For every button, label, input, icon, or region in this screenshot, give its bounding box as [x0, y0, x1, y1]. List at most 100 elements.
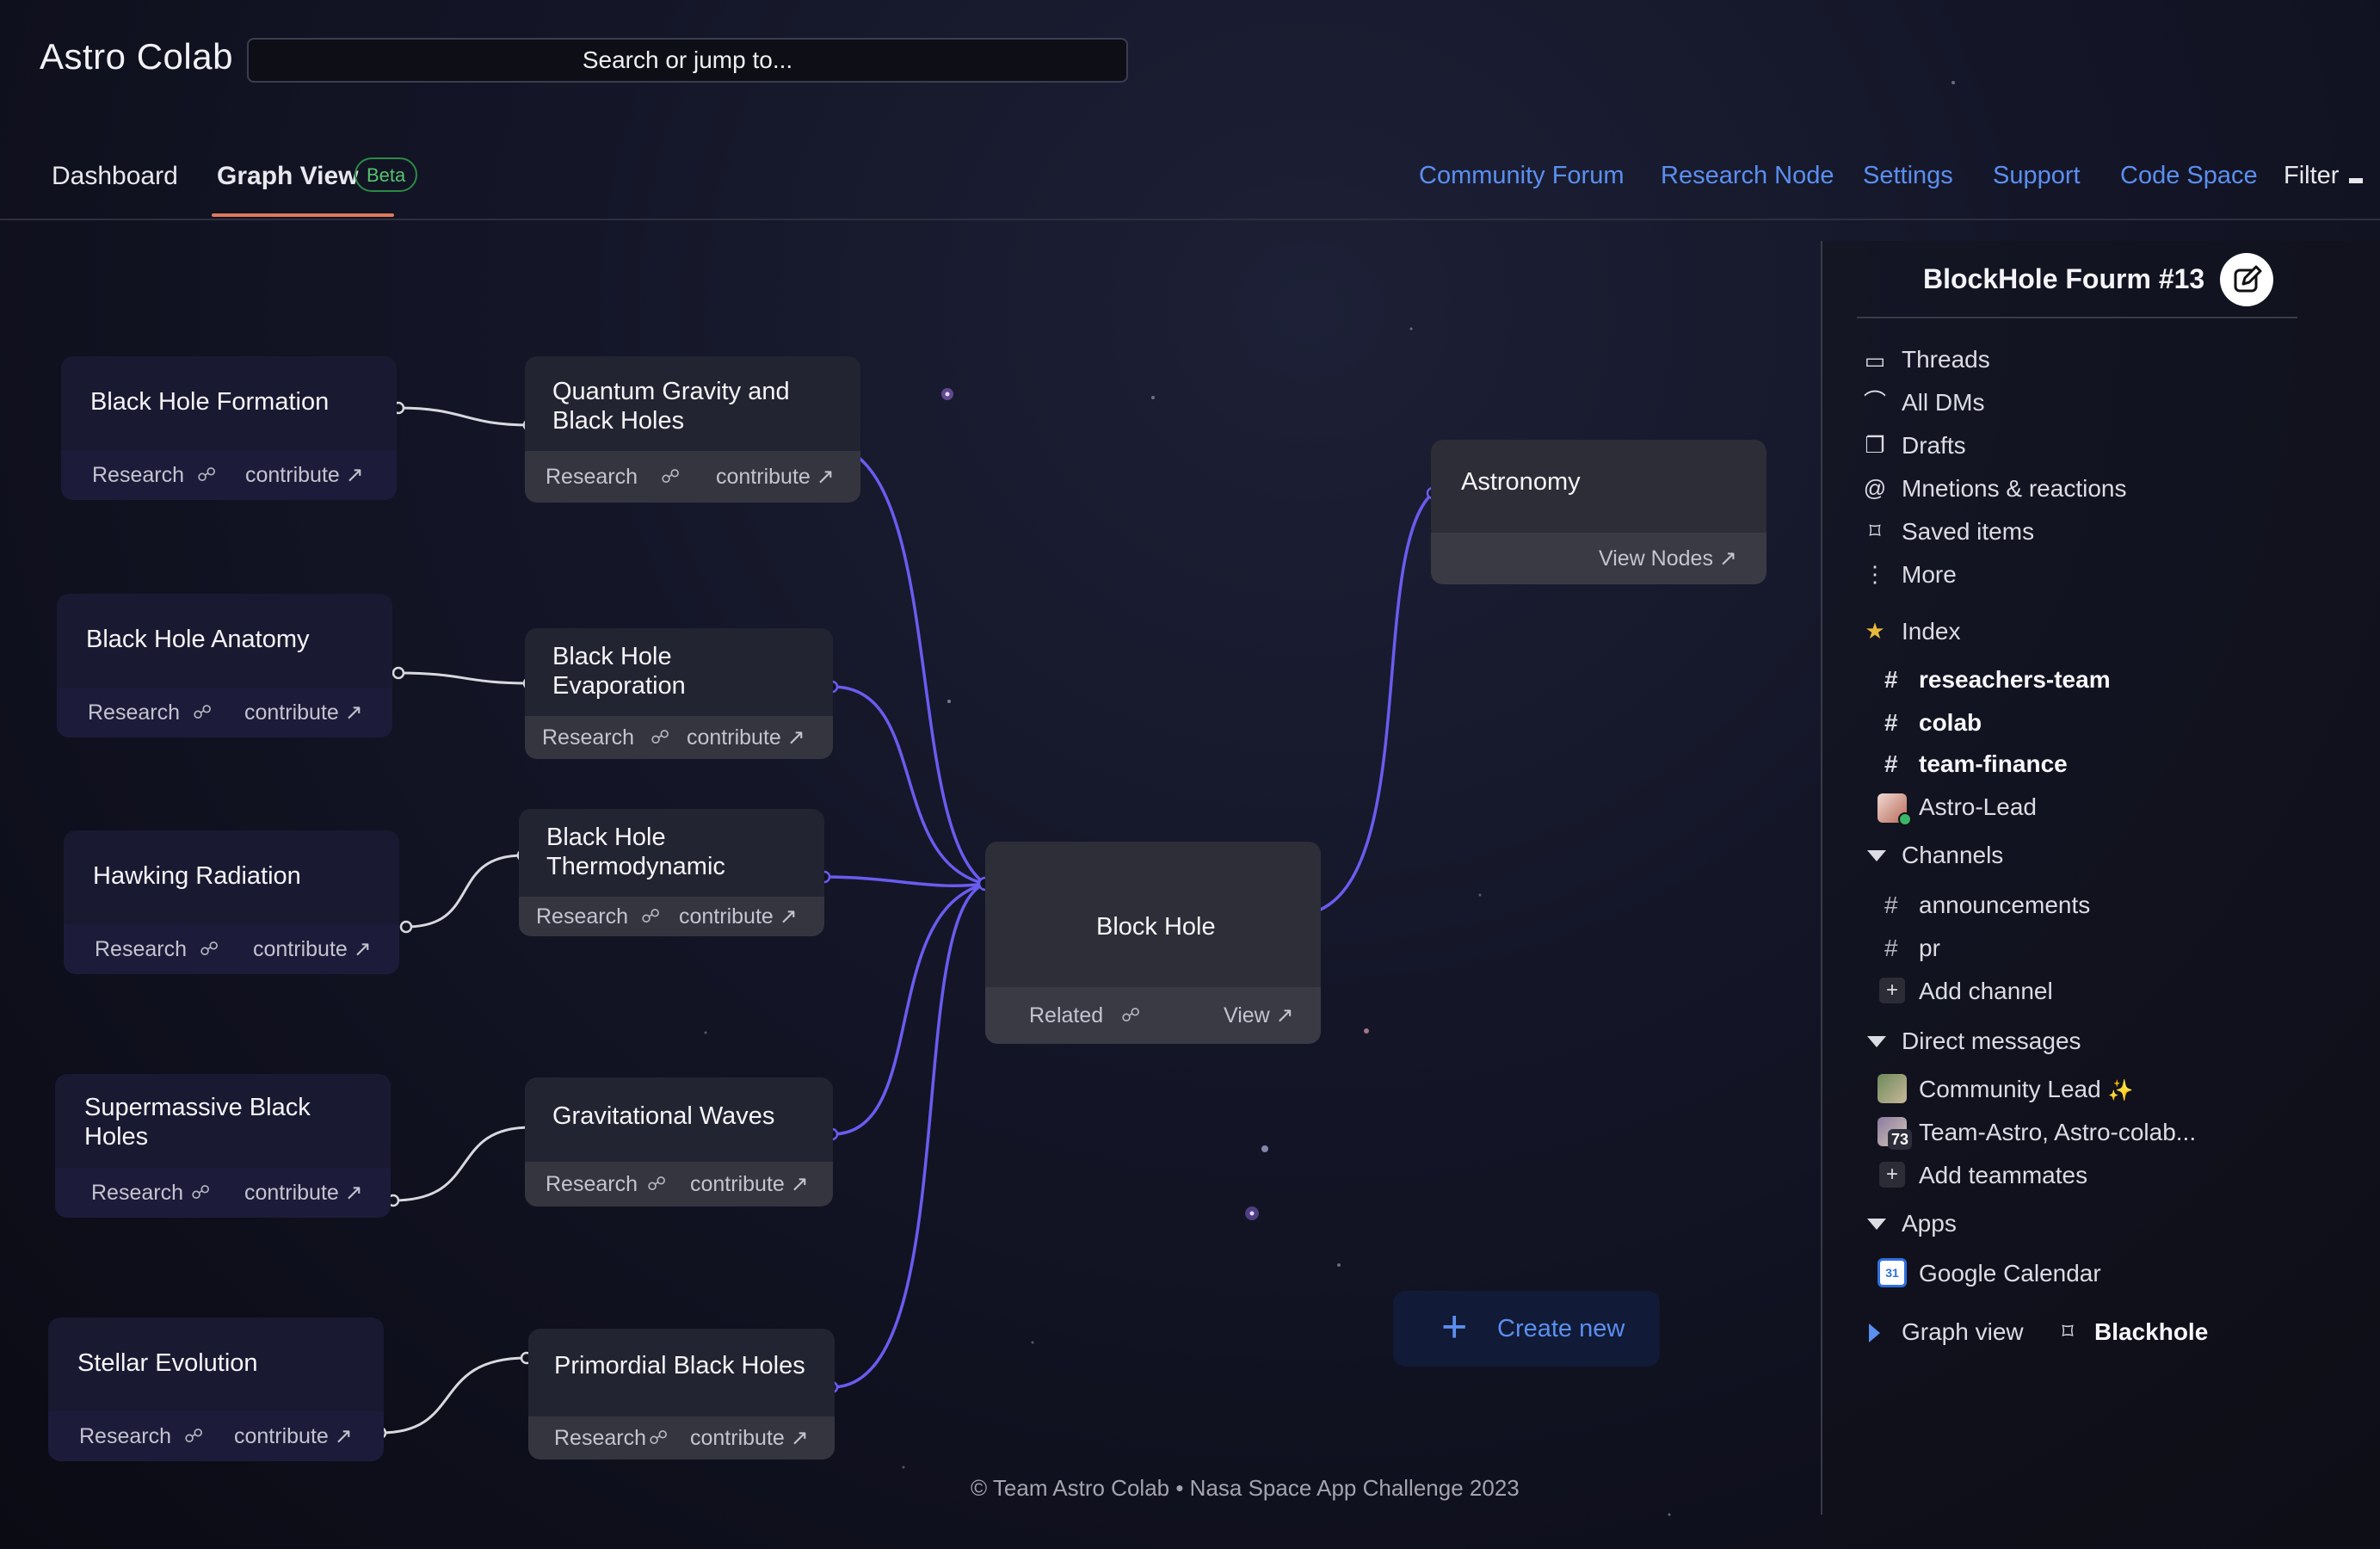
node-primordial-black-holes[interactable]: Primordial Black Holes Research ☍ contri…: [528, 1329, 835, 1460]
add-icon[interactable]: +: [1879, 978, 1905, 1003]
channel-colab[interactable]: colab: [1919, 709, 1982, 737]
unread-count-badge: 73: [1888, 1129, 1912, 1150]
drafts-icon: ❐: [1865, 432, 1885, 458]
link-icon[interactable]: ☍: [661, 451, 680, 503]
channel-reseachers-team[interactable]: reseachers-team: [1919, 666, 2111, 694]
node-gravitational-waves[interactable]: Gravitational Waves Research ☍ contribut…: [525, 1077, 833, 1206]
node-black-hole-evaporation[interactable]: Black Hole Evaporation Research ☍ contri…: [525, 628, 833, 759]
index-heading[interactable]: Index: [1902, 618, 1961, 645]
view-link[interactable]: View ↗: [1224, 987, 1294, 1044]
research-tag[interactable]: Research: [536, 897, 628, 936]
link-icon[interactable]: ☍: [184, 1411, 203, 1461]
contribute-link[interactable]: contribute ↗: [679, 897, 798, 936]
research-tag[interactable]: Research: [91, 1168, 183, 1218]
apps-heading[interactable]: Apps: [1902, 1210, 1957, 1237]
node-title: Black Hole Anatomy: [86, 626, 310, 653]
node-black-hole-formation[interactable]: Black Hole Formation Research ☍ contribu…: [61, 356, 397, 500]
research-tag[interactable]: Research: [542, 716, 634, 759]
hash-icon: #: [1884, 666, 1898, 693]
node-footer: Research ☍ contribute ↗: [519, 897, 824, 936]
edit-icon[interactable]: [2220, 253, 2273, 306]
collapse-icon[interactable]: [1867, 1219, 1886, 1230]
node-footer: Research ☍ contribute ↗: [528, 1416, 835, 1460]
node-footer: Research ☍ contribute ↗: [64, 924, 399, 974]
topic-ports: [373, 401, 538, 1440]
dm-community-lead[interactable]: Community Lead ✨: [1919, 1076, 2133, 1103]
link-icon[interactable]: ☍: [1121, 987, 1140, 1044]
contribute-link[interactable]: contribute ↗: [234, 1411, 353, 1461]
community-lead-avatar: [1877, 1074, 1907, 1103]
node-stellar-evolution[interactable]: Stellar Evolution Research ☍ contribute …: [48, 1318, 384, 1461]
link-icon[interactable]: ☍: [641, 897, 660, 936]
view-nodes-link[interactable]: View Nodes ↗: [1599, 533, 1737, 584]
link-icon[interactable]: ☍: [193, 688, 212, 737]
menu-threads[interactable]: Threads: [1902, 346, 1990, 373]
node-title: Primordial Black Holes: [554, 1352, 805, 1379]
direct-messages-heading[interactable]: Direct messages: [1902, 1028, 2081, 1055]
collapse-icon[interactable]: [1867, 850, 1886, 861]
node-footer: Research ☍ contribute ↗: [57, 688, 392, 737]
node-block-hole-center[interactable]: Block Hole Related ☍ View ↗: [985, 842, 1321, 1044]
create-new-button[interactable]: + Create new: [1393, 1291, 1660, 1367]
channels-heading[interactable]: Channels: [1902, 842, 2003, 869]
research-tag[interactable]: Research: [88, 688, 180, 737]
node-title: Black Hole Formation: [90, 388, 330, 416]
contribute-link[interactable]: contribute ↗: [690, 1416, 809, 1460]
link-icon[interactable]: ☍: [647, 1162, 666, 1206]
contribute-link[interactable]: contribute ↗: [245, 450, 364, 500]
node-footer: Research ☍ contribute ↗: [525, 451, 860, 503]
research-tag[interactable]: Research: [546, 451, 638, 503]
threads-icon: ▭: [1864, 348, 1886, 373]
contribute-link[interactable]: contribute ↗: [244, 688, 363, 737]
contribute-link[interactable]: contribute ↗: [716, 451, 835, 503]
link-icon[interactable]: ☍: [649, 1416, 668, 1460]
channel-pr[interactable]: pr: [1919, 935, 1940, 962]
app-google-calendar[interactable]: Google Calendar: [1919, 1260, 2101, 1287]
contribute-link[interactable]: contribute ↗: [687, 716, 805, 759]
menu-saved-items[interactable]: Saved items: [1902, 518, 2034, 546]
contribute-link[interactable]: contribute ↗: [253, 924, 372, 974]
research-tag[interactable]: Research: [95, 924, 187, 974]
research-tag[interactable]: Research: [92, 450, 184, 500]
menu-more[interactable]: More: [1902, 561, 1957, 589]
expand-icon[interactable]: [1869, 1324, 1880, 1342]
link-icon[interactable]: ☍: [650, 716, 669, 759]
node-footer: Research ☍ contribute ↗: [525, 716, 833, 759]
hash-icon: #: [1884, 709, 1898, 736]
contribute-link[interactable]: contribute ↗: [244, 1168, 363, 1218]
node-footer: Research ☍ contribute ↗: [61, 450, 397, 500]
node-supermassive-black-holes[interactable]: Supermassive Black Holes Research ☍ cont…: [55, 1074, 391, 1218]
node-black-hole-anatomy[interactable]: Black Hole Anatomy Research ☍ contribute…: [57, 594, 392, 737]
online-status-dot: [1898, 812, 1912, 826]
menu-all-dms[interactable]: All DMs: [1902, 389, 1984, 417]
contribute-link[interactable]: contribute ↗: [690, 1162, 809, 1206]
saved-blackhole-link[interactable]: Blackhole: [2094, 1318, 2208, 1346]
add-icon[interactable]: +: [1879, 1162, 1905, 1188]
plus-icon: +: [1441, 1302, 1468, 1352]
research-tag[interactable]: Research: [554, 1416, 646, 1460]
channel-team-finance[interactable]: team-finance: [1919, 750, 2068, 778]
node-title: Block Hole: [1096, 913, 1216, 941]
node-hawking-radiation[interactable]: Hawking Radiation Research ☍ contribute …: [64, 830, 399, 974]
at-icon: @: [1863, 475, 1887, 501]
add-channel-button[interactable]: Add channel: [1919, 978, 2053, 1005]
dm-astro-lead[interactable]: Astro-Lead: [1919, 793, 2037, 821]
node-quantum-gravity[interactable]: Quantum Gravity and Black Holes Research…: [525, 356, 860, 503]
graph-view-link[interactable]: Graph view: [1902, 1318, 2024, 1346]
link-icon[interactable]: ☍: [197, 450, 216, 500]
channel-announcements[interactable]: announcements: [1919, 892, 2090, 919]
node-title: Supermassive Black Holes: [84, 1094, 311, 1151]
dm-team-astro[interactable]: Team-Astro, Astro-colab...: [1919, 1119, 2196, 1146]
related-tag[interactable]: Related: [1029, 987, 1103, 1044]
research-tag[interactable]: Research: [546, 1162, 638, 1206]
menu-drafts[interactable]: Drafts: [1902, 432, 1966, 460]
research-tag[interactable]: Research: [79, 1411, 171, 1461]
node-title: Quantum Gravity and Black Holes: [552, 378, 790, 435]
node-astronomy[interactable]: Astronomy View Nodes ↗: [1431, 440, 1767, 584]
collapse-icon[interactable]: [1867, 1036, 1886, 1047]
link-icon[interactable]: ☍: [191, 1168, 210, 1218]
menu-mentions[interactable]: Mnetions & reactions: [1902, 475, 2126, 503]
node-black-hole-thermodynamic[interactable]: Black Hole Thermodynamic Research ☍ cont…: [519, 809, 824, 936]
add-teammates-button[interactable]: Add teammates: [1919, 1162, 2087, 1189]
link-icon[interactable]: ☍: [200, 924, 219, 974]
